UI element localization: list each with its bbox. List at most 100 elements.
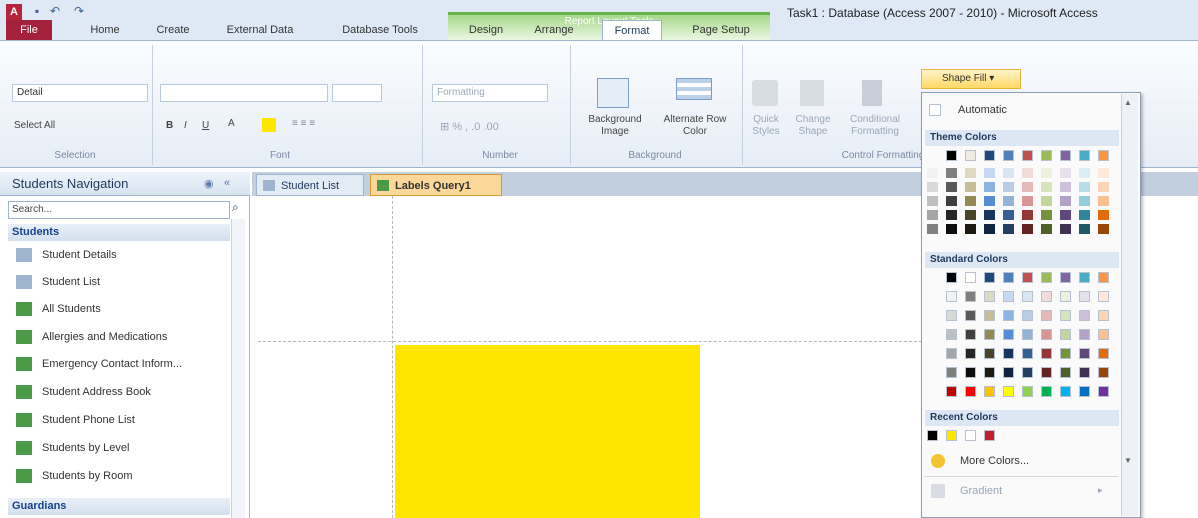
list-item[interactable]: Student Address Book: [14, 381, 230, 403]
color-swatch[interactable]: [1022, 367, 1033, 378]
color-swatch[interactable]: [1003, 196, 1014, 206]
undo-icon[interactable]: ↶: [48, 4, 62, 18]
color-swatch[interactable]: [1098, 196, 1109, 206]
tab-arrange[interactable]: Arrange: [524, 20, 584, 40]
color-swatch[interactable]: [1041, 367, 1052, 378]
collapse-pane-icon[interactable]: «: [224, 177, 230, 189]
color-swatch[interactable]: [965, 150, 976, 161]
color-swatch[interactable]: [1060, 291, 1071, 302]
nav-search-input[interactable]: Search...: [8, 201, 230, 219]
color-swatch[interactable]: [1022, 329, 1033, 340]
color-swatch[interactable]: [984, 182, 995, 192]
color-swatch[interactable]: [965, 386, 976, 397]
quick-styles-icon[interactable]: [752, 80, 778, 106]
color-swatch[interactable]: [965, 329, 976, 340]
color-swatch[interactable]: [946, 367, 957, 378]
fill-color-icon[interactable]: [262, 118, 276, 132]
color-swatch[interactable]: [984, 386, 995, 397]
color-swatch[interactable]: [927, 182, 938, 192]
color-swatch[interactable]: [1079, 386, 1090, 397]
color-swatch[interactable]: [927, 224, 938, 234]
color-swatch[interactable]: [965, 168, 976, 178]
color-swatch[interactable]: [1098, 291, 1109, 302]
color-swatch[interactable]: [965, 224, 976, 234]
color-swatch[interactable]: [1003, 329, 1014, 340]
color-swatch[interactable]: [1079, 150, 1090, 161]
list-item[interactable]: Student List: [14, 271, 230, 293]
color-swatch[interactable]: [1003, 150, 1014, 161]
color-swatch[interactable]: [1041, 168, 1052, 178]
color-swatch[interactable]: [1022, 386, 1033, 397]
list-item[interactable]: Students by Level: [14, 437, 230, 459]
color-swatch[interactable]: [946, 386, 957, 397]
number-format-icons[interactable]: ⊞ % , .0 .00: [440, 120, 499, 133]
color-swatch[interactable]: [1098, 348, 1109, 359]
tab-external-data[interactable]: External Data: [220, 20, 300, 40]
group-header-students[interactable]: Students: [8, 224, 230, 241]
color-swatch[interactable]: [946, 310, 957, 321]
scroll-up-icon[interactable]: ▲: [1124, 98, 1132, 107]
color-swatch[interactable]: [946, 291, 957, 302]
color-swatch[interactable]: [927, 168, 938, 178]
color-swatch[interactable]: [1022, 196, 1033, 206]
color-swatch[interactable]: [1022, 224, 1033, 234]
color-swatch[interactable]: [1098, 182, 1109, 192]
color-swatch[interactable]: [965, 291, 976, 302]
color-swatch[interactable]: [1041, 210, 1052, 220]
color-swatch[interactable]: [984, 367, 995, 378]
list-item[interactable]: Student Details: [14, 244, 230, 266]
color-swatch[interactable]: [946, 210, 957, 220]
color-swatch[interactable]: [1022, 210, 1033, 220]
color-swatch[interactable]: [984, 224, 995, 234]
color-swatch[interactable]: [1003, 310, 1014, 321]
color-swatch[interactable]: [927, 196, 938, 206]
color-swatch[interactable]: [946, 224, 957, 234]
color-swatch[interactable]: [1041, 291, 1052, 302]
color-swatch[interactable]: [1003, 291, 1014, 302]
color-swatch[interactable]: [927, 430, 938, 441]
search-icon[interactable]: ⌕: [232, 200, 239, 215]
color-swatch[interactable]: [984, 291, 995, 302]
color-swatch[interactable]: [1079, 210, 1090, 220]
color-swatch[interactable]: [1003, 224, 1014, 234]
change-shape-icon[interactable]: [800, 80, 824, 106]
color-swatch[interactable]: [1041, 386, 1052, 397]
color-swatch[interactable]: [1060, 150, 1071, 161]
color-swatch[interactable]: [1098, 210, 1109, 220]
file-tab[interactable]: File: [6, 20, 52, 40]
color-swatch[interactable]: [1098, 272, 1109, 283]
italic-button[interactable]: I: [184, 120, 187, 131]
color-swatch[interactable]: [1098, 224, 1109, 234]
color-swatch[interactable]: [946, 348, 957, 359]
color-swatch[interactable]: [1041, 150, 1052, 161]
group-header-guardians[interactable]: Guardians: [8, 498, 230, 515]
color-swatch[interactable]: [984, 348, 995, 359]
change-shape-button[interactable]: Change Shape: [790, 114, 836, 138]
list-item[interactable]: Student Phone List: [14, 409, 230, 431]
color-swatch[interactable]: [1060, 210, 1071, 220]
color-swatch[interactable]: [984, 150, 995, 161]
more-colors-option[interactable]: More Colors...: [960, 455, 1029, 467]
list-item[interactable]: Emergency Contact Inform...: [14, 353, 230, 375]
font-color-icon[interactable]: A: [228, 118, 242, 132]
color-swatch[interactable]: [1060, 168, 1071, 178]
alternate-row-color-button[interactable]: Alternate Row Color: [660, 114, 730, 138]
align-icons[interactable]: ≡ ≡ ≡: [292, 118, 315, 129]
color-swatch[interactable]: [946, 168, 957, 178]
color-swatch[interactable]: [1041, 272, 1052, 283]
list-item[interactable]: All Students: [14, 298, 230, 320]
color-swatch[interactable]: [1098, 367, 1109, 378]
redo-icon[interactable]: ↷: [72, 4, 86, 18]
underline-button[interactable]: U: [202, 120, 209, 131]
color-swatch[interactable]: [1098, 329, 1109, 340]
color-swatch[interactable]: [946, 150, 957, 161]
color-swatch[interactable]: [1079, 291, 1090, 302]
bold-button[interactable]: B: [166, 120, 173, 131]
color-swatch[interactable]: [1060, 196, 1071, 206]
tab-format[interactable]: Format: [602, 20, 662, 40]
color-swatch[interactable]: [984, 310, 995, 321]
color-swatch[interactable]: [1079, 367, 1090, 378]
color-swatch[interactable]: [946, 182, 957, 192]
color-swatch[interactable]: [1060, 348, 1071, 359]
color-swatch[interactable]: [1003, 367, 1014, 378]
